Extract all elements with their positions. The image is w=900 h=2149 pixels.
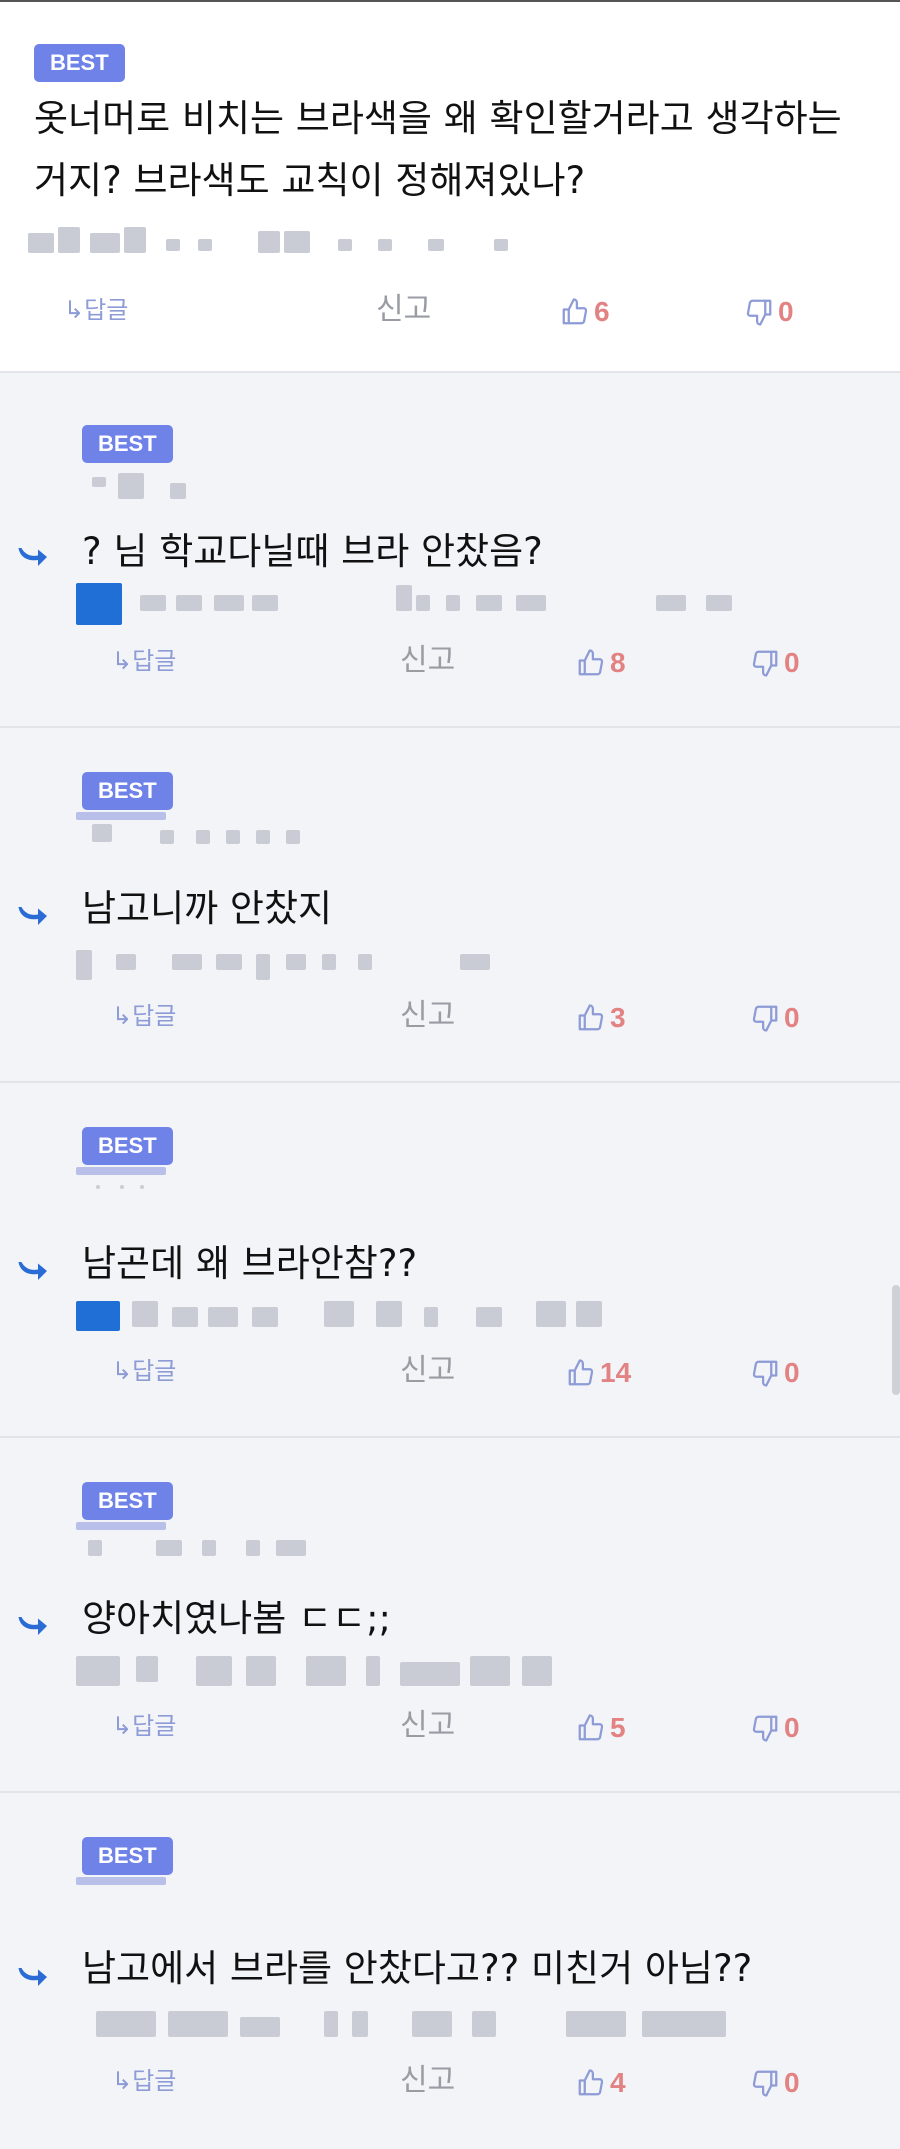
reply-button[interactable]: ↳답글 <box>112 639 176 683</box>
thumbs-down-icon <box>752 650 778 677</box>
blurred-meta <box>76 583 776 627</box>
like-button[interactable]: 5 <box>576 1704 626 1748</box>
dislike-button[interactable]: 0 <box>750 639 800 683</box>
reply-comment-item: BEST ? 님 학교다닐때 브라 안찼음? ↳답글 신고 8 0 <box>0 373 900 728</box>
dislike-button[interactable]: 0 <box>750 1704 800 1748</box>
like-button[interactable]: 4 <box>576 2059 626 2103</box>
like-button[interactable]: 14 <box>566 1349 631 1393</box>
comment-text: 남고에서 브라를 안찼다고?? 미친거 아님?? <box>82 1947 753 1990</box>
comment-text: ? 님 학교다닐때 브라 안찼음? <box>82 530 543 573</box>
like-button[interactable]: 3 <box>576 994 626 1038</box>
reply-arrow-icon <box>18 548 47 566</box>
blurred-meta <box>76 1295 776 1335</box>
blurred-username <box>76 1877 196 1897</box>
thumbs-down-icon <box>752 2070 778 2097</box>
scrollbar[interactable] <box>892 1285 900 1395</box>
comment-text: 양아치였나봄 ㄷㄷ;; <box>82 1597 392 1640</box>
blurred-username <box>76 1167 196 1207</box>
dislike-button[interactable]: 0 <box>750 994 800 1038</box>
reply-button[interactable]: ↳답글 <box>112 994 176 1038</box>
comment-text: 옷너머로 비치는 브라색을 왜 확인할거라고 생각하는거지? 브라색도 교칙이 … <box>34 97 842 202</box>
reply-small-arrow-icon: ↳ <box>112 1712 133 1740</box>
like-button[interactable]: 8 <box>576 639 626 683</box>
reply-arrow-icon <box>18 1617 47 1635</box>
reply-small-arrow-icon: ↳ <box>112 2067 133 2095</box>
reply-comment-item: BEST 남곤데 왜 브라안참?? ↳답글 신고 14 0 <box>0 1083 900 1438</box>
reply-arrow-icon <box>18 1262 47 1280</box>
thumbs-up-icon <box>578 2068 604 2095</box>
blurred-username <box>92 473 192 503</box>
dislike-button[interactable]: 0 <box>744 288 794 332</box>
thumbs-up-icon <box>578 1713 604 1740</box>
blurred-username <box>76 1522 326 1562</box>
comment-text: 남곤데 왜 브라안참?? <box>82 1242 418 1285</box>
report-button[interactable]: 신고 <box>400 1349 455 1393</box>
report-button[interactable]: 신고 <box>400 994 455 1038</box>
thumbs-down-icon <box>752 1360 778 1387</box>
thumbs-up-icon <box>568 1358 594 1385</box>
report-button[interactable]: 신고 <box>400 1704 455 1748</box>
reply-comment-item: BEST 남고에서 브라를 안찼다고?? 미친거 아님?? ↳답글 신고 4 0 <box>0 1793 900 2149</box>
best-badge: BEST <box>82 425 173 463</box>
report-button[interactable]: 신고 <box>400 2059 455 2103</box>
dislike-button[interactable]: 0 <box>750 1349 800 1393</box>
reply-arrow-icon <box>18 1968 47 1986</box>
reply-arrow-icon <box>18 907 47 925</box>
best-badge: BEST <box>82 1127 173 1165</box>
best-badge: BEST <box>82 1482 173 1520</box>
thumbs-up-icon <box>578 648 604 675</box>
blurred-meta <box>76 1650 576 1690</box>
best-badge: BEST <box>34 44 125 82</box>
dislike-button[interactable]: 0 <box>750 2059 800 2103</box>
blurred-meta <box>28 227 548 257</box>
reply-small-arrow-icon: ↳ <box>112 1002 133 1030</box>
report-button[interactable]: 신고 <box>376 288 431 332</box>
reply-button[interactable]: ↳답글 <box>64 288 128 332</box>
thumbs-up-icon <box>578 1003 604 1030</box>
thumbs-down-icon <box>746 299 772 326</box>
report-button[interactable]: 신고 <box>400 639 455 683</box>
blurred-username <box>76 812 326 852</box>
thumbs-down-icon <box>752 1005 778 1032</box>
reply-button[interactable]: ↳답글 <box>112 1704 176 1748</box>
like-button[interactable]: 6 <box>560 288 610 332</box>
best-badge: BEST <box>82 1837 173 1875</box>
thumbs-up-icon <box>562 297 588 324</box>
thumbs-down-icon <box>752 1715 778 1742</box>
reply-small-arrow-icon: ↳ <box>112 1357 133 1385</box>
comment-item: BEST 옷너머로 비치는 브라색을 왜 확인할거라고 생각하는거지? 브라색도… <box>0 2 900 373</box>
reply-small-arrow-icon: ↳ <box>64 296 85 324</box>
best-badge: BEST <box>82 772 173 810</box>
reply-comment-item: BEST 남고니까 안찼지 ↳답글 신고 3 0 <box>0 728 900 1083</box>
blurred-meta <box>76 940 516 982</box>
blurred-meta <box>96 2005 736 2045</box>
reply-button[interactable]: ↳답글 <box>112 1349 176 1393</box>
comment-text: 남고니까 안찼지 <box>82 887 333 930</box>
reply-comment-item: BEST 양아치였나봄 ㄷㄷ;; ↳답글 신고 5 0 <box>0 1438 900 1793</box>
reply-small-arrow-icon: ↳ <box>112 647 133 675</box>
reply-button[interactable]: ↳답글 <box>112 2059 176 2103</box>
